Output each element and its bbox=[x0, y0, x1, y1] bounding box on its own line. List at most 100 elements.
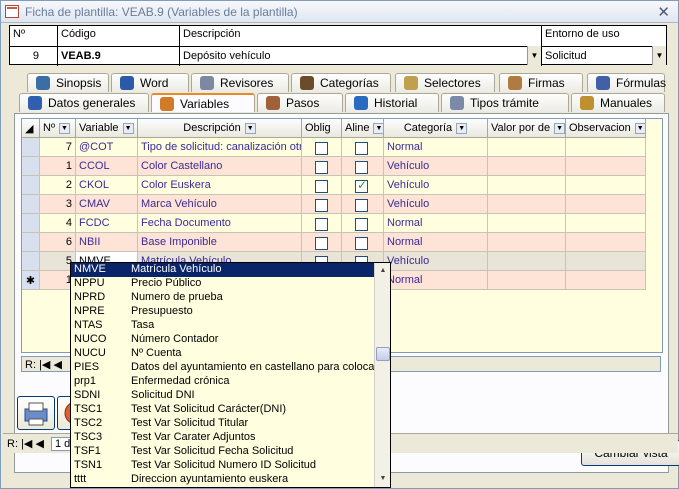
dropdown-item[interactable]: SDNI Solicitud DNI bbox=[71, 389, 376, 403]
checkbox[interactable] bbox=[315, 161, 328, 174]
row-selector-header[interactable]: ◢ bbox=[22, 119, 40, 138]
row-selector[interactable] bbox=[22, 157, 40, 176]
previous-record-icon[interactable]: ◀ bbox=[53, 359, 61, 371]
cell-descripcion[interactable]: Fecha Documento bbox=[138, 214, 302, 233]
col-header-observacion[interactable]: Observacion ▼ bbox=[566, 119, 646, 138]
cell-valor[interactable] bbox=[488, 214, 566, 233]
cell-valor[interactable] bbox=[488, 157, 566, 176]
tab-sinopsis[interactable]: Sinopsis bbox=[27, 73, 109, 92]
chevron-down-icon[interactable]: ▼ bbox=[58, 122, 70, 134]
cell-aline[interactable] bbox=[342, 214, 384, 233]
chevron-down-icon[interactable]: ▼ bbox=[456, 122, 468, 134]
dropdown-item[interactable]: prp1 Enfermedad crónica bbox=[71, 375, 376, 389]
table-row[interactable]: 4 FCDC Fecha Documento Normal bbox=[22, 214, 662, 233]
cell-aline[interactable] bbox=[342, 138, 384, 157]
cell-categoria[interactable]: Normal bbox=[384, 233, 488, 252]
cell-numero[interactable]: 2 bbox=[40, 176, 76, 195]
chevron-down-icon[interactable]: ▼ bbox=[634, 122, 645, 134]
cell-observacion[interactable] bbox=[566, 252, 646, 271]
previous-record-icon[interactable]: ◀ bbox=[35, 438, 43, 450]
chevron-down-icon[interactable]: ▼ bbox=[122, 122, 134, 134]
cell-variable[interactable]: CMAV bbox=[76, 195, 138, 214]
table-row[interactable]: 3 CMAV Marca Vehículo Vehículo bbox=[22, 195, 662, 214]
tab-formulas[interactable]: Fórmulas bbox=[587, 73, 666, 92]
row-selector[interactable] bbox=[22, 138, 40, 157]
cell-descripcion[interactable]: Base Imponible bbox=[138, 233, 302, 252]
cell-valor[interactable] bbox=[488, 176, 566, 195]
cell-categoria[interactable]: Vehículo bbox=[384, 252, 488, 271]
cell-observacion[interactable] bbox=[566, 233, 646, 252]
cell-categoria[interactable]: Vehículo bbox=[384, 157, 488, 176]
scroll-up-icon[interactable]: ▲ bbox=[376, 264, 390, 278]
cell-variable[interactable]: NBII bbox=[76, 233, 138, 252]
table-row[interactable]: 6 NBII Base Imponible Normal bbox=[22, 233, 662, 252]
tab-variables[interactable]: Variables bbox=[151, 93, 255, 112]
cell-observacion[interactable] bbox=[566, 195, 646, 214]
cell-oblig[interactable] bbox=[302, 233, 342, 252]
cell-descripcion[interactable]: Color Castellano bbox=[138, 157, 302, 176]
dropdown-item[interactable]: NPRD Numero de prueba bbox=[71, 291, 376, 305]
cell-categoria[interactable]: Vehículo bbox=[384, 176, 488, 195]
cell-variable[interactable]: CCOL bbox=[76, 157, 138, 176]
number-value[interactable]: 9 bbox=[10, 46, 57, 66]
checkbox[interactable] bbox=[355, 178, 368, 193]
chevron-down-icon[interactable]: ▼ bbox=[244, 122, 256, 134]
dropdown-item[interactable]: TSN1 Test Var Solicitud Numero ID Solicit… bbox=[71, 459, 376, 473]
cell-numero[interactable]: 3 bbox=[40, 195, 76, 214]
cell-descripcion[interactable]: Tipo de solicitud: canalización otro bbox=[138, 138, 302, 157]
col-header-categoria[interactable]: Categoría ▼ bbox=[384, 119, 488, 138]
checkbox[interactable] bbox=[355, 237, 368, 250]
row-selector[interactable] bbox=[22, 195, 40, 214]
col-header-aline[interactable]: Aline ▼ bbox=[342, 119, 384, 138]
dropdown-item[interactable]: tttt Direccion ayuntamiento euskera bbox=[71, 473, 376, 487]
cell-valor[interactable] bbox=[488, 271, 566, 290]
cell-categoria[interactable]: Normal bbox=[384, 138, 488, 157]
scroll-down-icon[interactable]: ▼ bbox=[376, 472, 390, 486]
table-row[interactable]: 1 CCOL Color Castellano Vehículo bbox=[22, 157, 662, 176]
tab-datos-generales[interactable]: Datos generales bbox=[19, 93, 149, 112]
cell-numero[interactable]: 4 bbox=[40, 214, 76, 233]
col-header-valor[interactable]: Valor por de ▼ bbox=[488, 119, 566, 138]
cell-categoria[interactable]: Normal bbox=[384, 214, 488, 233]
cell-observacion[interactable] bbox=[566, 138, 646, 157]
tab-tipos-tramite[interactable]: Tipos trámite bbox=[441, 93, 569, 112]
cell-numero[interactable]: 1 bbox=[40, 157, 76, 176]
cell-descripcion[interactable]: Marca Vehículo bbox=[138, 195, 302, 214]
cell-variable[interactable]: FCDC bbox=[76, 214, 138, 233]
environment-value[interactable]: Solicitud bbox=[542, 46, 666, 66]
cell-numero[interactable]: 7 bbox=[40, 138, 76, 157]
first-record-icon[interactable]: |◀ bbox=[39, 359, 53, 371]
dropdown-item[interactable]: PIES Datos del ayuntamiento en castellano… bbox=[71, 361, 378, 375]
col-header-numero[interactable]: Nº ▼ bbox=[40, 119, 76, 138]
dropdown-item[interactable]: NPRE Presupuesto bbox=[71, 305, 376, 319]
cell-numero[interactable]: 6 bbox=[40, 233, 76, 252]
close-icon[interactable]: ✕ bbox=[657, 3, 670, 21]
col-header-variable[interactable]: Variable ▼ bbox=[76, 119, 138, 138]
checkbox[interactable] bbox=[315, 180, 328, 193]
table-row[interactable]: 7 @COT Tipo de solicitud: canalización otr… bbox=[22, 138, 662, 157]
checkbox[interactable] bbox=[315, 237, 328, 250]
first-record-icon[interactable]: |◀ bbox=[21, 438, 35, 450]
cell-oblig[interactable] bbox=[302, 138, 342, 157]
dropdown-item[interactable]: TSC2 Test Var Solicitud Titular bbox=[71, 417, 376, 431]
tab-historial[interactable]: Historial bbox=[345, 93, 439, 112]
dropdown-item[interactable]: TSC3 Test Var Carater Adjuntos bbox=[71, 431, 376, 445]
dropdown-item[interactable]: NPPU Precio Público bbox=[71, 277, 376, 291]
row-selector[interactable]: ✱ bbox=[22, 271, 40, 290]
cell-aline[interactable] bbox=[342, 157, 384, 176]
cell-valor[interactable] bbox=[488, 233, 566, 252]
row-selector[interactable] bbox=[22, 176, 40, 195]
cell-observacion[interactable] bbox=[566, 214, 646, 233]
dropdown-scrollbar[interactable]: ▲ ▼ bbox=[374, 263, 390, 487]
cell-observacion[interactable] bbox=[566, 271, 646, 290]
cell-variable[interactable]: @COT bbox=[76, 138, 138, 157]
cell-valor[interactable] bbox=[488, 252, 566, 271]
checkbox[interactable] bbox=[355, 199, 368, 212]
dropdown-item[interactable]: NTAS Tasa bbox=[71, 319, 376, 333]
tab-selectores[interactable]: Selectores bbox=[395, 73, 495, 92]
cell-observacion[interactable] bbox=[566, 157, 646, 176]
col-header-oblig[interactable]: Oblig bbox=[302, 119, 342, 138]
cell-valor[interactable] bbox=[488, 195, 566, 214]
row-selector[interactable] bbox=[22, 214, 40, 233]
checkbox[interactable] bbox=[355, 142, 368, 155]
